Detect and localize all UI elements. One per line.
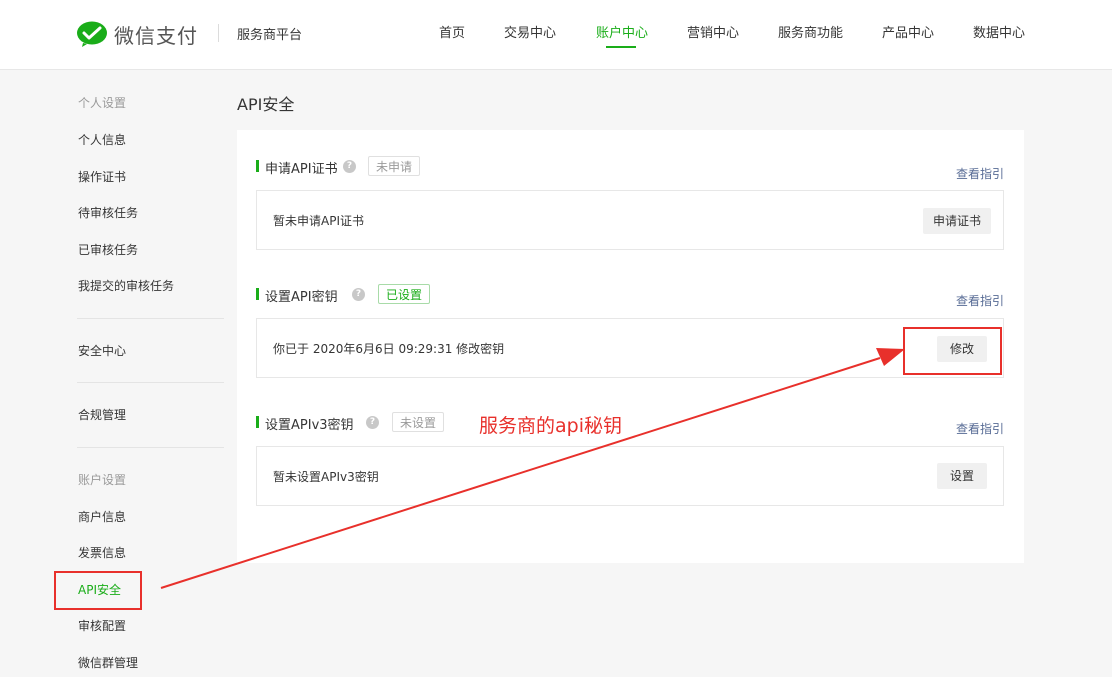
annotation-arrow-icon <box>160 348 905 589</box>
